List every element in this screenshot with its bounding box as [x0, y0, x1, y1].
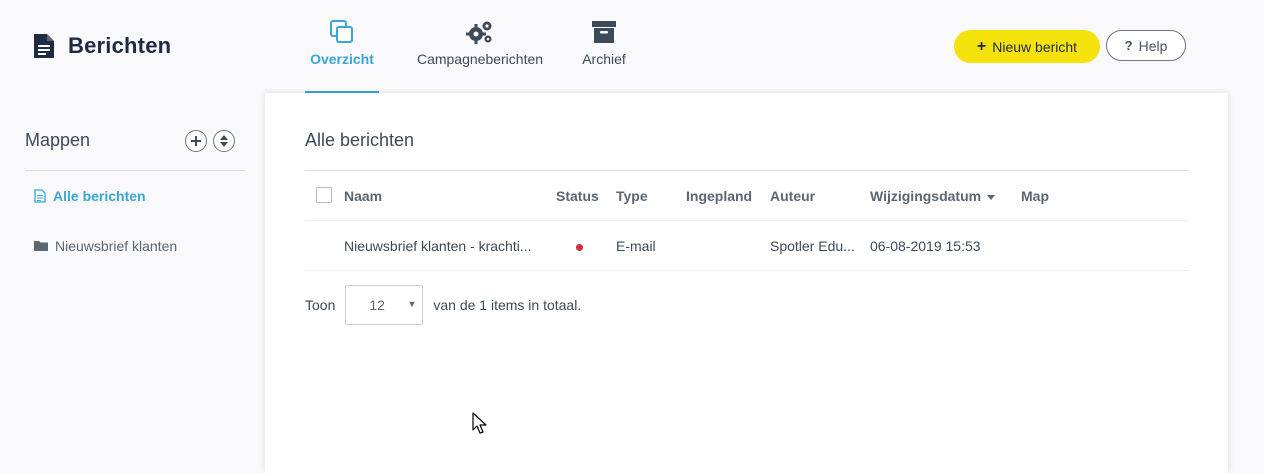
page-title: Berichten [68, 33, 172, 58]
sidebar-item-label: Alle berichten [53, 188, 146, 204]
plus-icon [191, 136, 201, 146]
table-row-divider [305, 220, 1188, 221]
column-header-auteur[interactable]: Auteur [770, 188, 815, 204]
tab-label: Overzicht [310, 51, 374, 67]
plus-icon: + [976, 37, 987, 55]
help-button[interactable]: ? Help [1106, 30, 1186, 61]
archive-box-icon [592, 18, 616, 46]
items-per-page-value: 12 [369, 297, 385, 313]
pager-prefix: Toon [305, 297, 336, 313]
table-row-divider [305, 270, 1188, 271]
sidebar-item-label: Nieuwsbrief klanten [55, 238, 178, 254]
pager-summary: van de 1 items in totaal. [433, 297, 582, 313]
tab-label: Campagneberichten [416, 51, 544, 67]
column-header-wijzigingsdatum[interactable]: Wijzigingsdatum [870, 188, 996, 204]
column-header-map[interactable]: Map [1021, 188, 1049, 204]
tab-overzicht[interactable]: Overzicht [305, 0, 379, 93]
sidebar: Mappen Alle berichten Nieuwsbrief klante… [0, 93, 262, 458]
sidebar-item-nieuwsbrief-klanten[interactable]: Nieuwsbrief klanten [34, 238, 177, 254]
table-divider [305, 170, 1188, 171]
items-per-page-select[interactable]: 12 ▼ [345, 285, 424, 325]
folder-icon [34, 241, 48, 251]
tab-archief[interactable]: Archief [575, 0, 633, 93]
column-header-label: Wijzigingsdatum [870, 188, 982, 204]
sidebar-divider [25, 170, 245, 171]
sort-folders-button[interactable] [213, 130, 235, 152]
messages-panel: Alle berichten Naam Status Type Ingeplan… [265, 93, 1228, 473]
tab-campagneberichten[interactable]: Campagneberichten [410, 0, 550, 93]
status-dot [576, 244, 583, 251]
select-all-checkbox[interactable] [316, 187, 332, 203]
tab-label: Archief [582, 51, 626, 67]
mouse-cursor-icon [472, 412, 487, 434]
column-header-type[interactable]: Type [616, 188, 648, 204]
gears-icon [466, 18, 494, 46]
sidebar-item-alle-berichten[interactable]: Alle berichten [34, 188, 146, 204]
cell-naam[interactable]: Nieuwsbrief klanten - krachti... [344, 238, 532, 254]
sidebar-title: Mappen [25, 130, 91, 150]
column-header-naam[interactable]: Naam [344, 188, 382, 204]
document-icon [34, 34, 54, 58]
new-message-label: Nieuw bericht [992, 38, 1078, 55]
sort-descending-icon [987, 194, 996, 200]
new-message-button[interactable]: + Nieuw bericht [954, 30, 1100, 63]
tab-bar: Overzicht Campagneberichten Archief [300, 0, 633, 93]
chevron-down-icon: ▼ [407, 299, 417, 309]
pagination: Toon 12 ▼ van de 1 items in totaal. [305, 285, 581, 325]
panel-title: Alle berichten [305, 130, 415, 150]
add-folder-button[interactable] [185, 130, 207, 152]
app-title: Berichten [34, 33, 171, 59]
cell-auteur: Spotler Edu... [770, 238, 855, 254]
cell-type: E-mail [616, 238, 656, 254]
header: Berichten Overzicht Campagneberichten Ar… [0, 0, 1264, 93]
cell-wijzigingsdatum: 06-08-2019 15:53 [870, 238, 981, 254]
sort-icon [220, 135, 228, 147]
column-header-ingepland[interactable]: Ingepland [686, 188, 752, 204]
help-label: Help [1138, 37, 1168, 54]
column-header-status[interactable]: Status [556, 188, 599, 204]
document-icon [34, 189, 46, 203]
copy-icon [329, 18, 355, 46]
question-icon: ? [1124, 38, 1133, 53]
